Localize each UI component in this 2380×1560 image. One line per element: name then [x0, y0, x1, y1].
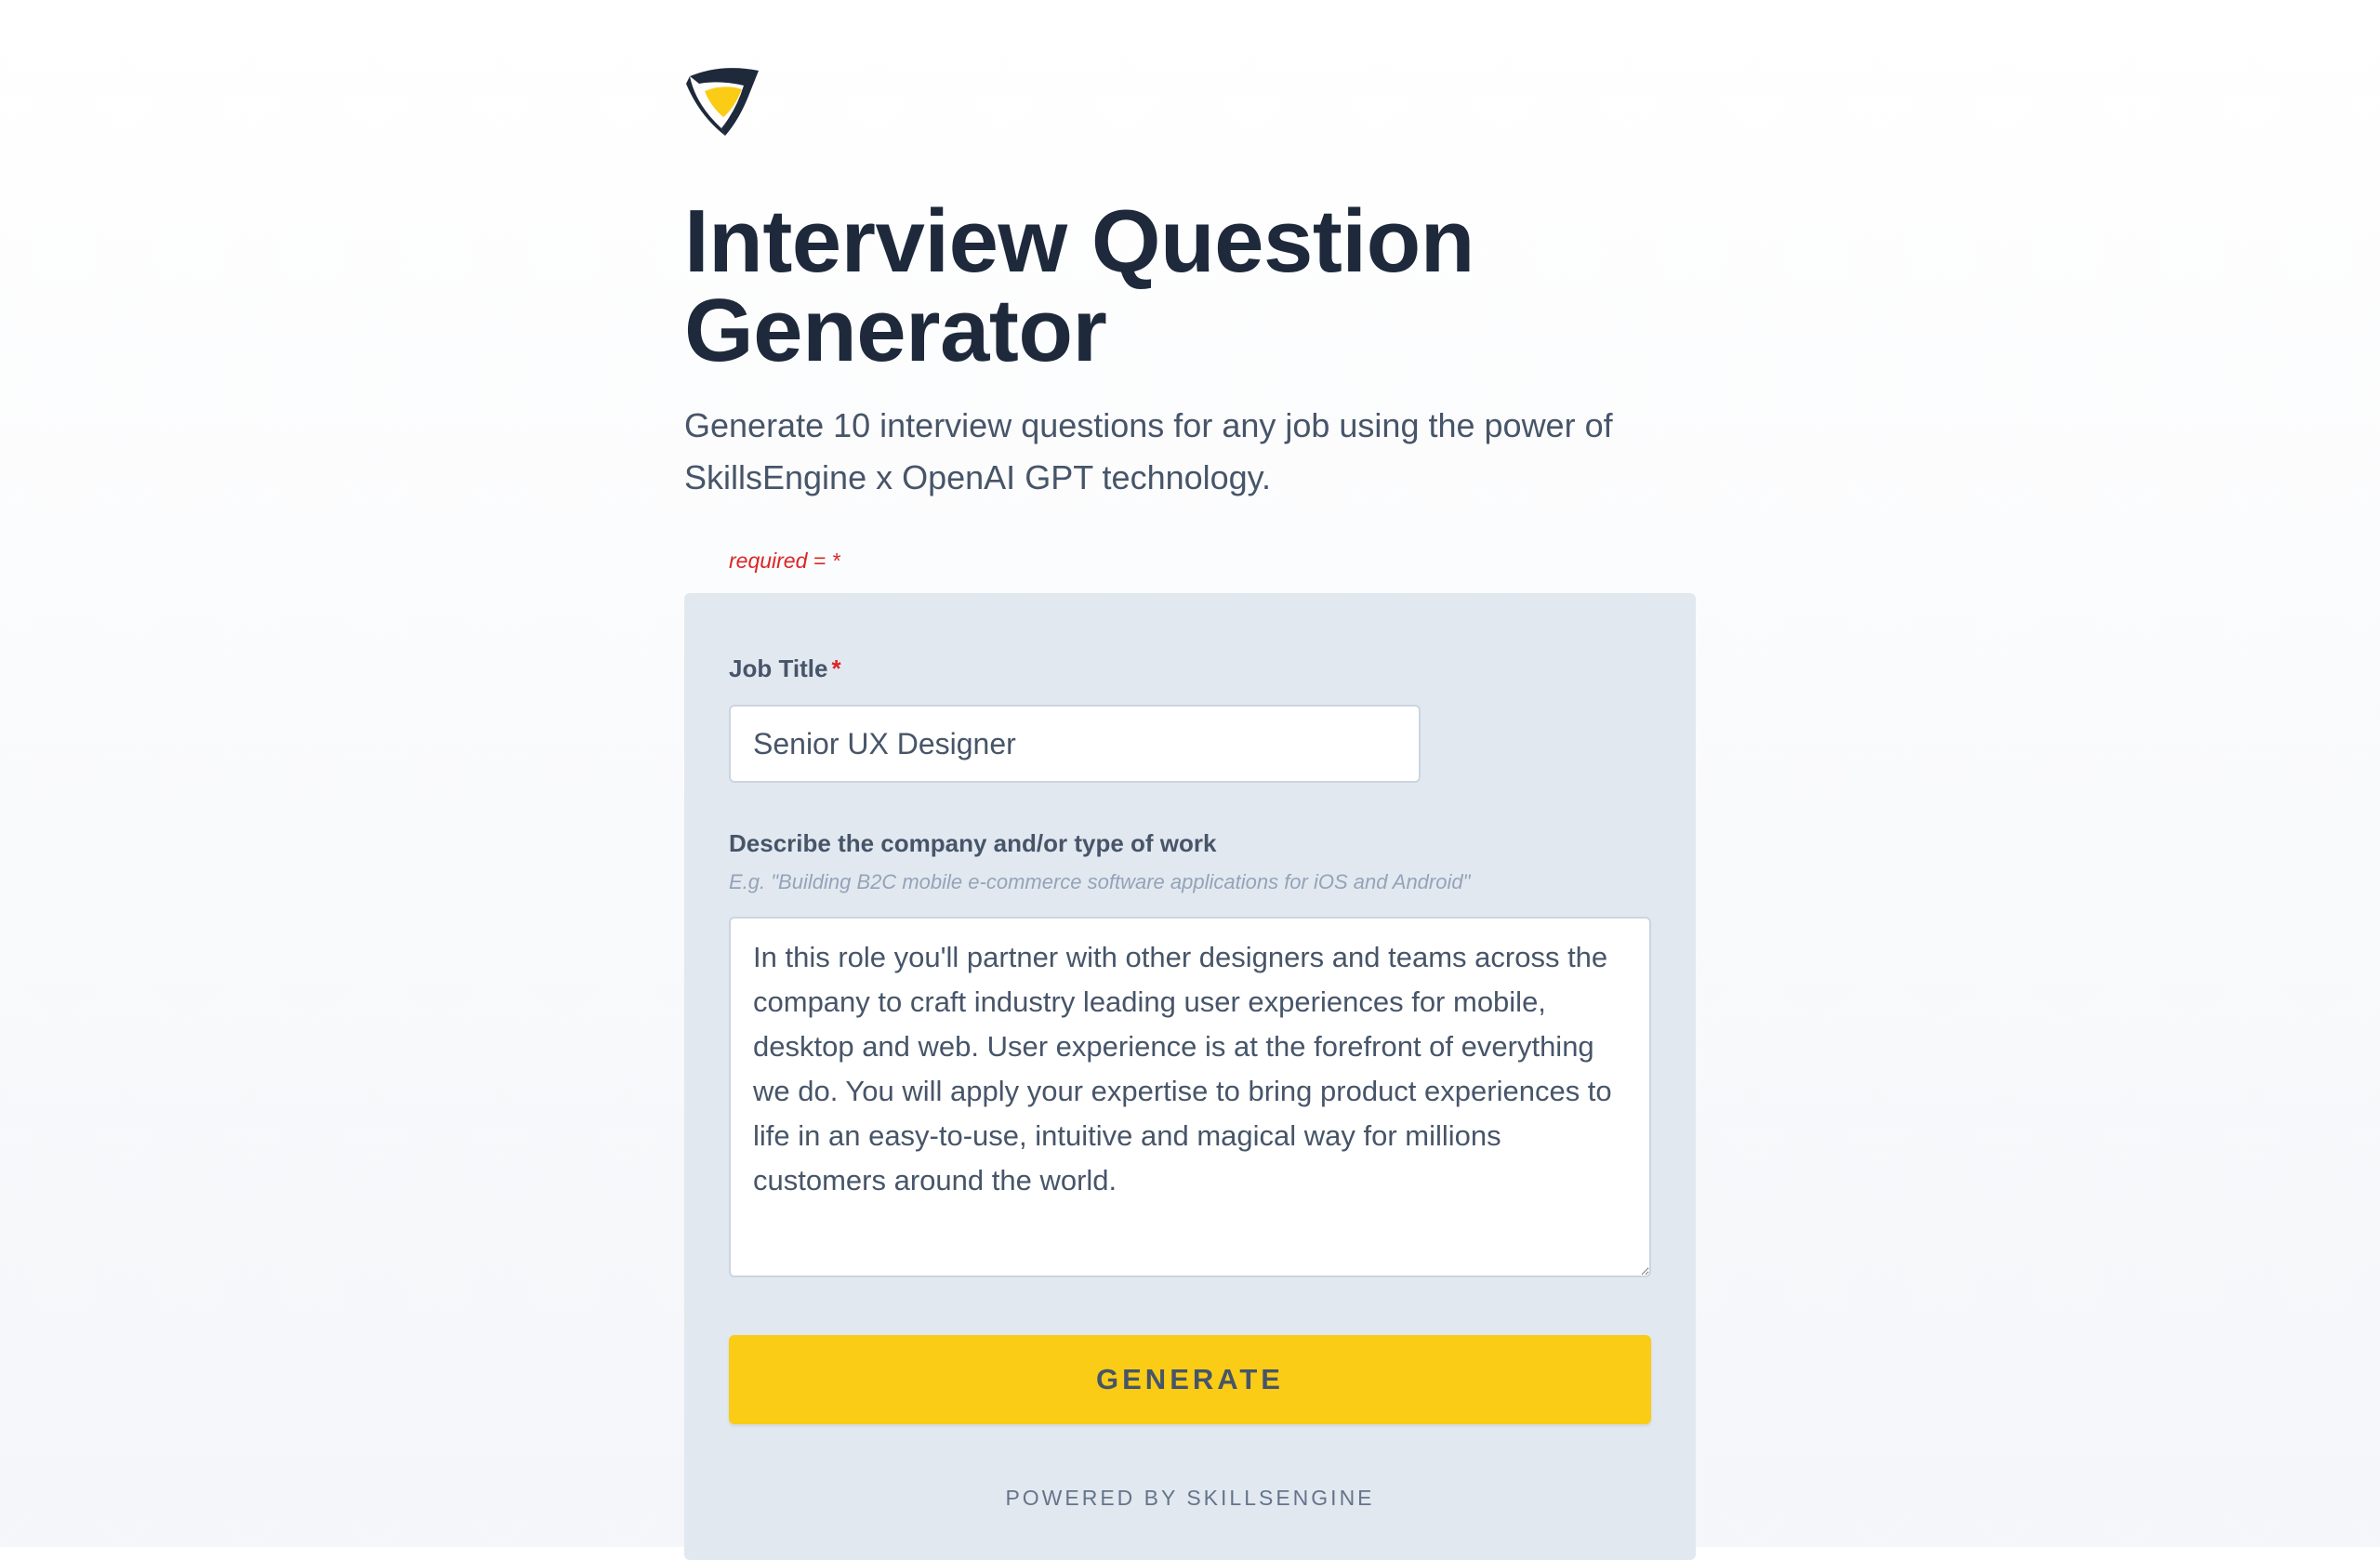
description-hint: E.g. "Building B2C mobile e-commerce sof…: [729, 870, 1471, 893]
form-card: Job Title* Describe the company and/or t…: [684, 593, 1696, 1560]
job-title-label-text: Job Title: [729, 654, 828, 682]
required-marker: *: [831, 654, 841, 682]
generate-button[interactable]: GENERATE: [729, 1335, 1651, 1424]
description-textarea[interactable]: In this role you'll partner with other d…: [729, 917, 1651, 1277]
required-note: required = *: [729, 549, 840, 573]
page-subtitle: Generate 10 interview questions for any …: [684, 406, 1613, 496]
skillsengine-logo-icon: [684, 63, 762, 141]
page-title: Interview Question Generator: [684, 192, 1474, 380]
job-title-input[interactable]: [729, 705, 1421, 783]
description-label: Describe the company and/or type of work: [729, 829, 1217, 857]
job-title-label: Job Title *: [729, 654, 841, 683]
powered-by-text: POWERED BY SKILLSENGINE: [1005, 1486, 1375, 1510]
